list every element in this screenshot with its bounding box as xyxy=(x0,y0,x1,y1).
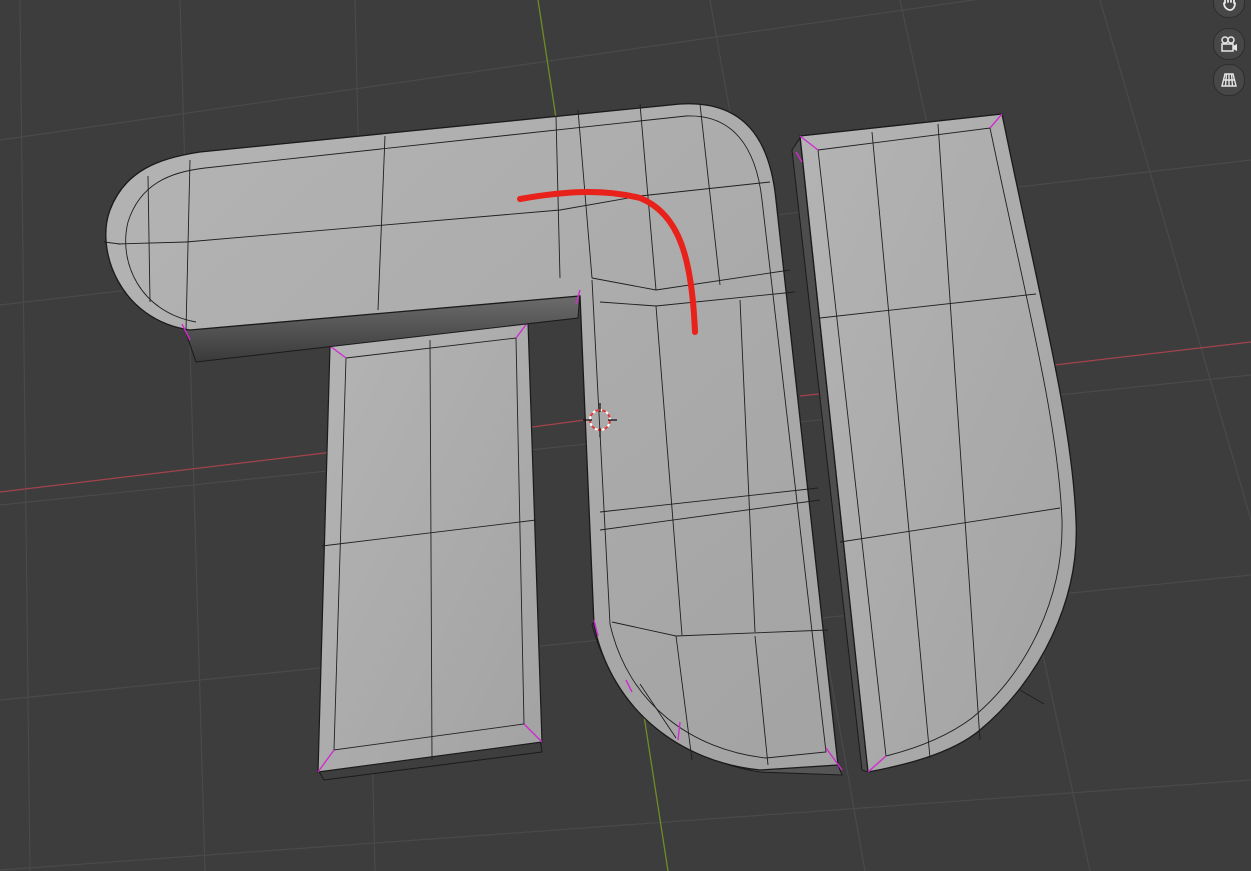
camera-icon xyxy=(1221,36,1237,52)
3d-viewport[interactable] xyxy=(0,0,1251,871)
ortho-toggle-button[interactable] xyxy=(1213,64,1245,96)
letter-t-left-leg[interactable] xyxy=(317,321,543,781)
grid-icon xyxy=(1221,73,1237,87)
hand-icon xyxy=(1223,0,1236,11)
letter-i-bar[interactable] xyxy=(791,113,1077,773)
camera-view-button[interactable] xyxy=(1213,28,1245,60)
viewport-canvas[interactable] xyxy=(0,0,1251,871)
